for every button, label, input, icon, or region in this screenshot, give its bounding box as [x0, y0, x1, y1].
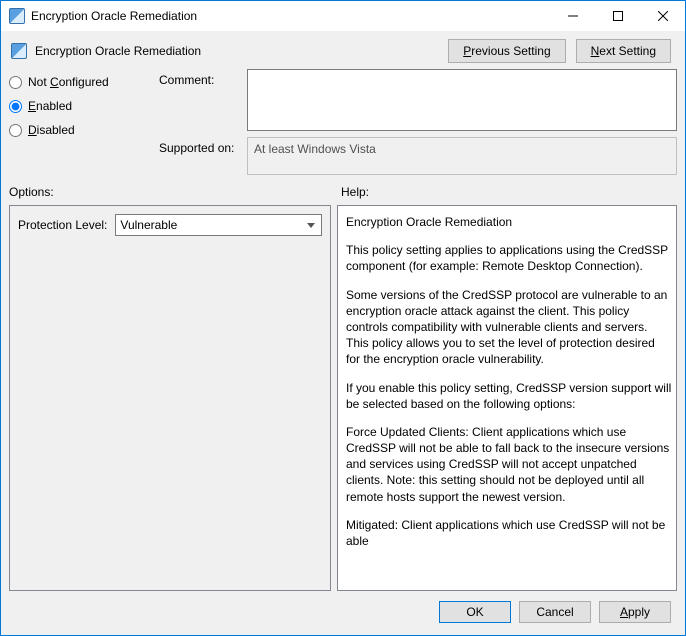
minimize-icon: [568, 11, 578, 21]
gpo-icon: [11, 43, 27, 59]
supported-row: Supported on: At least Windows Vista: [159, 137, 677, 175]
policy-heading: Encryption Oracle Remediation: [35, 44, 440, 58]
radio-not-configured[interactable]: Not Configured: [9, 75, 149, 89]
content-area: Encryption Oracle Remediation Previous S…: [1, 31, 685, 635]
state-and-fields-row: Not Configured Enabled Disabled Comment:: [9, 69, 677, 175]
nav-prev-rest: revious Setting: [471, 44, 550, 58]
options-panel: Protection Level: Vulnerable: [9, 205, 331, 591]
help-section-label: Help:: [341, 185, 369, 199]
titlebar: Encryption Oracle Remediation: [1, 1, 685, 31]
options-section-label: Options:: [9, 185, 331, 199]
state-radio-group: Not Configured Enabled Disabled: [9, 69, 149, 137]
gpo-icon: [9, 8, 25, 24]
help-p6: Mitigated: Client applications which use…: [346, 517, 672, 549]
dialog-window: Encryption Oracle Remediation Encryption…: [0, 0, 686, 636]
help-p5: Force Updated Clients: Client applicatio…: [346, 424, 672, 505]
comment-label: Comment:: [159, 69, 239, 87]
protection-level-row: Protection Level: Vulnerable: [18, 214, 322, 236]
maximize-icon: [613, 11, 623, 21]
radio-disabled[interactable]: Disabled: [9, 123, 149, 137]
help-panel[interactable]: Encryption Oracle Remediation This polic…: [337, 205, 677, 591]
previous-setting-button[interactable]: Previous Setting: [448, 39, 565, 63]
radio-not-configured-input[interactable]: [9, 76, 22, 89]
panels-row: Protection Level: Vulnerable Encryption …: [9, 205, 677, 591]
radio-enabled[interactable]: Enabled: [9, 99, 149, 113]
protection-level-select[interactable]: Vulnerable: [115, 214, 322, 236]
next-setting-button[interactable]: Next Setting: [576, 39, 671, 63]
protection-level-label: Protection Level:: [18, 218, 107, 232]
ok-button[interactable]: OK: [439, 601, 511, 623]
radio-enabled-input[interactable]: [9, 100, 22, 113]
help-p2: This policy setting applies to applicati…: [346, 242, 672, 274]
protection-level-value: Vulnerable: [120, 218, 177, 232]
radio-disabled-input[interactable]: [9, 124, 22, 137]
help-p1: Encryption Oracle Remediation: [346, 214, 672, 230]
comment-textarea[interactable]: [247, 69, 677, 131]
help-p4: If you enable this policy setting, CredS…: [346, 380, 672, 412]
section-labels: Options: Help:: [9, 185, 677, 199]
nav-next-rest: ext Setting: [599, 44, 656, 58]
header-row: Encryption Oracle Remediation Previous S…: [9, 39, 677, 63]
cancel-button[interactable]: Cancel: [519, 601, 591, 623]
minimize-button[interactable]: [550, 1, 595, 31]
close-button[interactable]: [640, 1, 685, 31]
help-p3: Some versions of the CredSSP protocol ar…: [346, 287, 672, 368]
field-column: Comment: Supported on: At least Windows …: [159, 69, 677, 175]
maximize-button[interactable]: [595, 1, 640, 31]
close-icon: [658, 11, 668, 21]
supported-label: Supported on:: [159, 137, 239, 155]
apply-button[interactable]: Apply: [599, 601, 671, 623]
window-title: Encryption Oracle Remediation: [31, 9, 550, 23]
comment-row: Comment:: [159, 69, 677, 131]
dialog-footer: OK Cancel Apply: [9, 597, 677, 627]
supported-on-value: At least Windows Vista: [247, 137, 677, 175]
